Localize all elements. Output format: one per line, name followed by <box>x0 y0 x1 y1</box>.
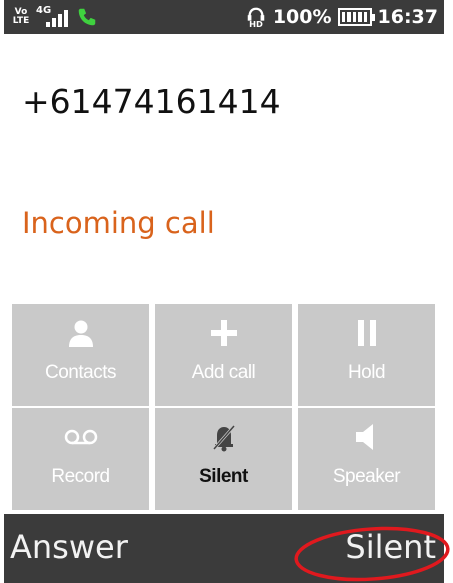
silent-label: Silent <box>199 466 248 487</box>
signal-indicator: 4G <box>36 5 70 29</box>
status-right: HD 100% 16:37 <box>245 4 438 30</box>
person-icon <box>68 320 93 347</box>
silent-button[interactable]: Silent <box>155 408 292 510</box>
speaker-icon <box>355 424 373 450</box>
call-actions-grid: Contacts Add call Hold Record Silent Spe… <box>4 300 444 512</box>
softkey-bar: Answer Silent <box>4 514 444 583</box>
record-button[interactable]: Record <box>12 408 149 510</box>
caller-info: +61474161414 Incoming call <box>4 34 444 300</box>
clock: 16:37 <box>377 6 438 28</box>
contacts-label: Contacts <box>45 362 116 383</box>
call-status: Incoming call <box>22 206 215 240</box>
contacts-button[interactable]: Contacts <box>12 304 149 406</box>
pause-icon <box>357 320 376 346</box>
caller-number: +61474161414 <box>22 82 281 121</box>
phone-screen: Vo LTE 4G HD 100% 16:37 +61474161414 Inc… <box>0 0 453 583</box>
status-left: Vo LTE 4G <box>12 4 98 30</box>
silent-softkey[interactable]: Silent <box>345 528 436 566</box>
signal-bars-icon <box>46 10 68 27</box>
hold-label: Hold <box>347 362 386 383</box>
hd-voice-icon: HD <box>247 7 265 28</box>
mute-icon <box>211 424 236 452</box>
voicemail-icon <box>64 429 97 445</box>
speaker-button[interactable]: Speaker <box>298 408 435 510</box>
svg-text:HD: HD <box>249 19 263 28</box>
record-label: Record <box>51 466 110 487</box>
hold-button[interactable]: Hold <box>298 304 435 406</box>
answer-softkey[interactable]: Answer <box>10 528 128 566</box>
volte-indicator: Vo LTE <box>12 7 30 26</box>
status-bar: Vo LTE 4G HD 100% 16:37 <box>4 0 444 34</box>
battery-percent: 100% <box>272 6 332 28</box>
active-call-icon <box>78 8 96 26</box>
add-call-button[interactable]: Add call <box>155 304 292 406</box>
battery-icon <box>337 8 375 26</box>
plus-icon <box>210 320 237 346</box>
add-call-label: Add call <box>191 362 256 383</box>
speaker-label: Speaker <box>332 466 401 487</box>
